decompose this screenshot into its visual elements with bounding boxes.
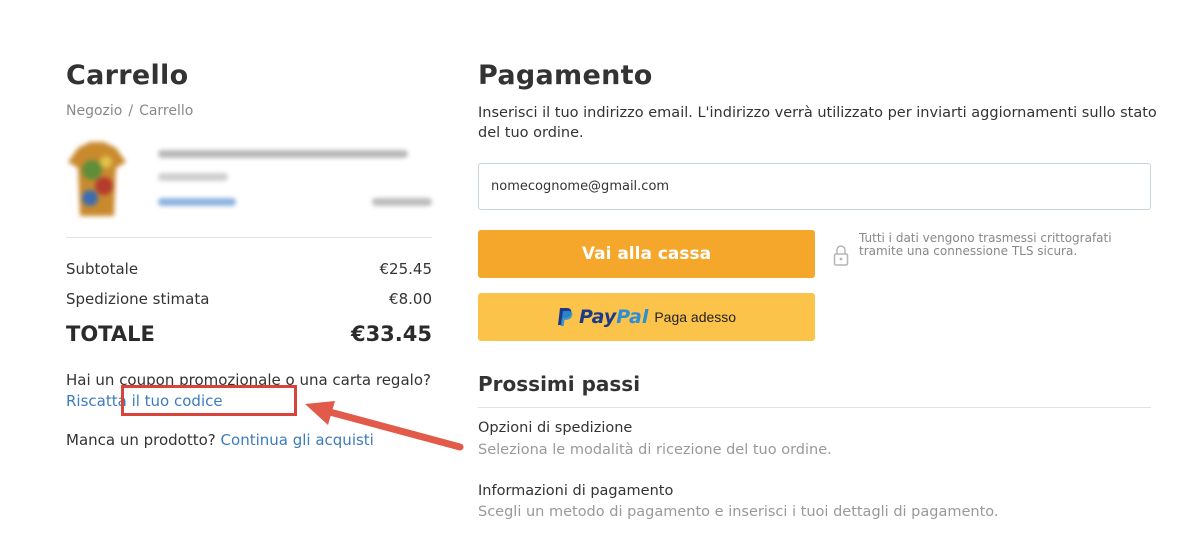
step-payment-title: Informazioni di pagamento: [478, 483, 674, 499]
paypal-wordmark: PayPal: [578, 306, 649, 328]
breadcrumb: Negozio / Carrello: [66, 103, 193, 119]
product-qty-blurred: [158, 198, 236, 206]
breadcrumb-current: Carrello: [139, 103, 194, 119]
paypal-label: Paga adesso: [654, 309, 737, 325]
secure-connection-note: Tutti i dati vengono trasmessi crittogra…: [859, 231, 1112, 258]
next-steps-divider: [478, 407, 1151, 408]
total-value: €33.45: [350, 322, 432, 346]
cart-divider: [66, 237, 432, 238]
missing-text: Manca un prodotto?: [66, 431, 216, 449]
payment-title: Pagamento: [478, 60, 653, 91]
email-input[interactable]: [478, 163, 1151, 210]
cart-title: Carrello: [66, 60, 189, 91]
cart-product-blurred: [66, 140, 432, 226]
shipping-value: €8.00: [389, 290, 432, 308]
breadcrumb-separator: /: [128, 103, 134, 119]
subtotal-label: Subtotale: [66, 260, 139, 278]
subtotal-row: Subtotale €25.45: [66, 260, 432, 278]
step-payment-desc: Scegli un metodo di pagamento e inserisc…: [478, 504, 999, 520]
next-steps-title: Prossimi passi: [478, 372, 641, 396]
product-thumbnail: [68, 142, 126, 216]
checkout-button[interactable]: Vai alla cassa: [478, 230, 815, 278]
paypal-button[interactable]: PayPal Paga adesso: [478, 293, 815, 341]
breadcrumb-shop-link[interactable]: Negozio: [66, 103, 122, 119]
product-price-blurred: [372, 198, 432, 206]
product-size-blurred: [158, 173, 228, 181]
product-name-blurred: [158, 150, 408, 158]
annotation-arrow-icon: [305, 401, 464, 451]
total-label: TOTALE: [66, 322, 155, 346]
paypal-logo-icon: [557, 308, 573, 326]
payment-description: Inserisci il tuo indirizzo email. L'indi…: [478, 105, 1157, 141]
total-row: TOTALE €33.45: [66, 322, 432, 346]
step-shipping-desc: Seleziona le modalità di ricezione del t…: [478, 442, 832, 458]
shipping-label: Spedizione stimata: [66, 290, 210, 308]
annotation-highlight-box: [121, 385, 297, 416]
lock-icon: [833, 245, 849, 266]
subtotal-value: €25.45: [379, 260, 433, 278]
step-shipping-title: Opzioni di spedizione: [478, 420, 633, 436]
shipping-row: Spedizione stimata €8.00: [66, 290, 432, 308]
